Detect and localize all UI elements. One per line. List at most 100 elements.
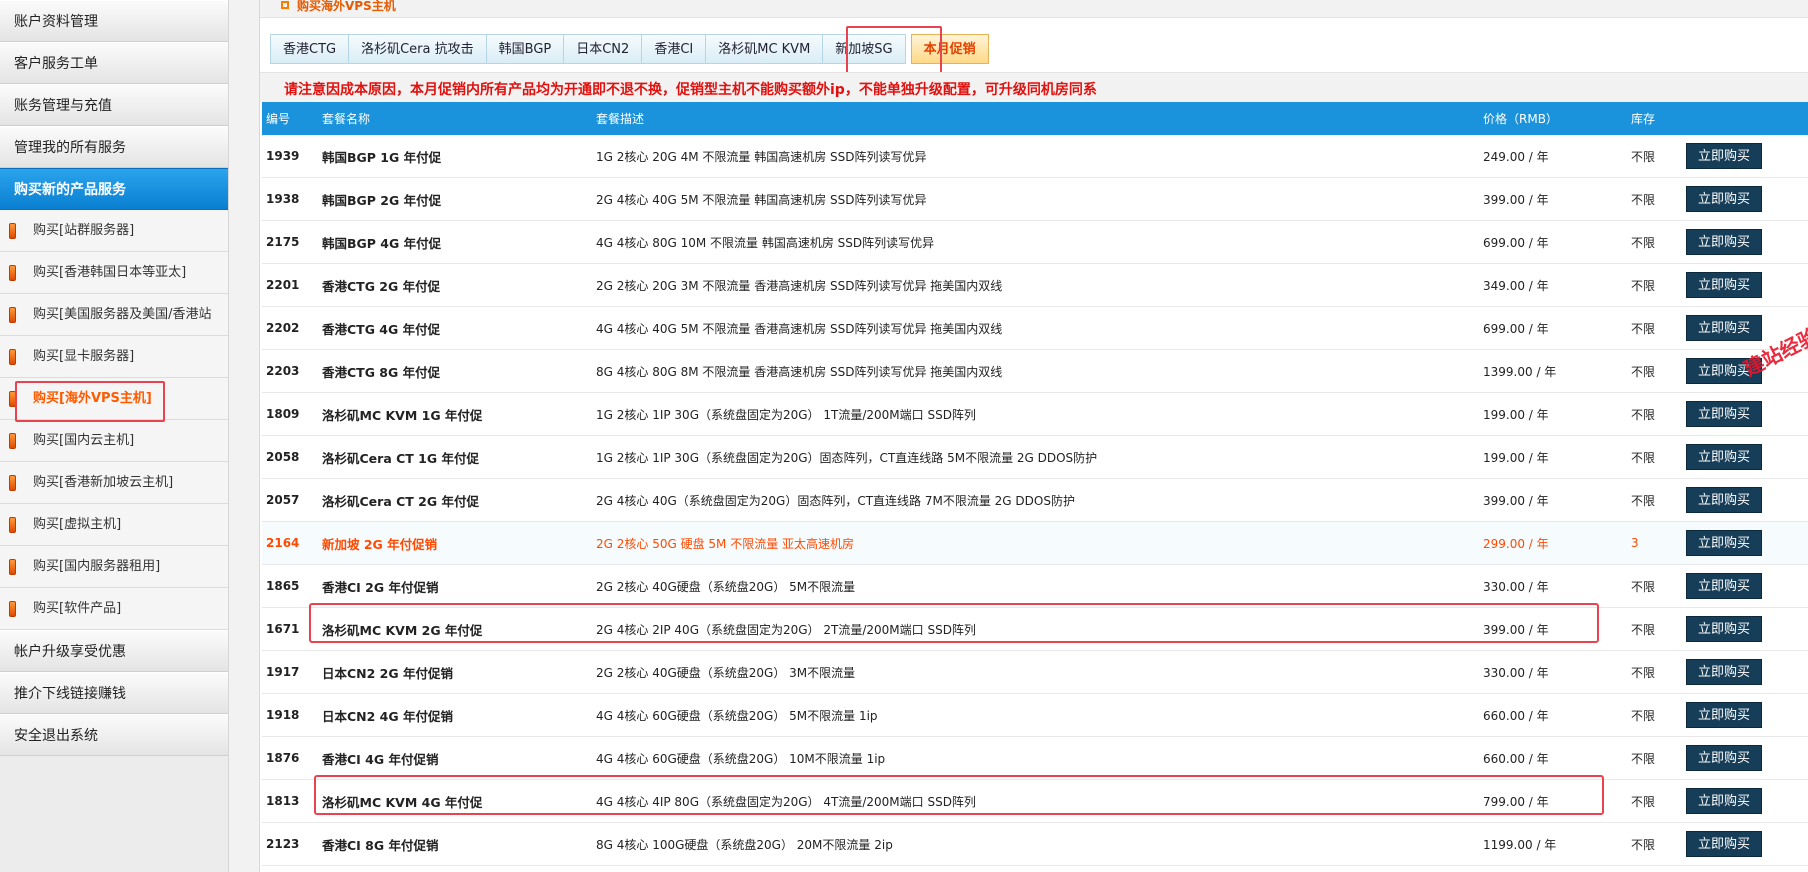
- sidebar-item-label: 客户服务工单: [14, 56, 98, 72]
- row-id: 2123: [266, 837, 300, 851]
- row-name: 日本CN2 2G 年付促销: [322, 665, 453, 681]
- row-buy-cell: 立即购买: [1686, 221, 1763, 263]
- main-panel: 购买海外VPS主机 香港CTG 洛杉矶Cera 抗攻击 韩国BGP 日本CN2 香港CI…: [259, 0, 1808, 872]
- row-id: 2202: [266, 321, 300, 335]
- row-price: 399.00 / 年: [1483, 493, 1549, 508]
- row-stock: 不限: [1631, 450, 1656, 465]
- sidebar-item[interactable]: 账户资料管理: [0, 0, 228, 42]
- row-stock: 不限: [1631, 751, 1656, 766]
- sidebar-subitem[interactable]: 购买[虚拟主机]: [0, 504, 228, 546]
- sidebar: 账户资料管理客户服务工单账务管理与充值 管理我的所有服务 购买新的产品服务 购买[站群…: [0, 0, 229, 872]
- buy-now-button[interactable]: 立即购买: [1686, 401, 1763, 427]
- sidebar-item[interactable]: 帐户升级享受优惠: [0, 630, 228, 672]
- row-id: 1938: [266, 192, 300, 206]
- row-stock: 不限: [1631, 665, 1656, 680]
- row-stock: 不限: [1631, 622, 1656, 637]
- tab-item[interactable]: 香港CI: [641, 34, 707, 64]
- buy-now-button[interactable]: 立即购买: [1686, 143, 1763, 169]
- bullet-icon: [9, 517, 16, 533]
- row-buy-cell: 立即购买: [1686, 436, 1763, 478]
- bullet-icon: [9, 307, 16, 323]
- row-id: 1813: [266, 794, 300, 808]
- tab-item[interactable]: 香港CTG: [270, 34, 350, 64]
- buy-now-button[interactable]: 立即购买: [1686, 616, 1763, 642]
- sidebar-item-label: 购买[国内云主机]: [33, 433, 135, 448]
- buy-now-button[interactable]: 立即购买: [1686, 788, 1763, 814]
- notice-text: 请注意因成本原因，本月促销内所有产品均为开通即不退不换，促销型主机不能购买额外i…: [284, 82, 1097, 98]
- buy-now-button[interactable]: 立即购买: [1686, 487, 1763, 513]
- sidebar-item[interactable]: 安全退出系统: [0, 714, 228, 756]
- bullet-icon: [9, 223, 16, 239]
- bullet-icon: [9, 349, 16, 365]
- row-stock: 不限: [1631, 321, 1656, 336]
- buy-now-button[interactable]: 立即购买: [1686, 315, 1763, 341]
- bullet-icon: [9, 433, 16, 449]
- buy-now-button[interactable]: 立即购买: [1686, 186, 1763, 212]
- buy-now-button[interactable]: 立即购买: [1686, 702, 1763, 728]
- sidebar-item[interactable]: 管理我的所有服务: [0, 126, 228, 168]
- tab-item[interactable]: 洛杉矶MC KVM: [705, 34, 824, 64]
- row-price: 299.00 / 年: [1483, 536, 1549, 551]
- row-price: 199.00 / 年: [1483, 450, 1549, 465]
- buy-now-button[interactable]: 立即购买: [1686, 659, 1763, 685]
- sidebar-item-label: 购买[香港韩国日本等亚太]: [33, 265, 187, 280]
- row-name: 新加坡 2G 年付促销: [322, 536, 438, 552]
- table-row: 1938 韩国BGP 2G 年付促 2G 4核心 40G 5M 不限流量 韩国高速机…: [262, 178, 1808, 221]
- row-buy-cell: 立即购买: [1686, 307, 1763, 349]
- row-price: 399.00 / 年: [1483, 622, 1549, 637]
- row-desc: 1G 2核心 20G 4M 不限流量 韩国高速机房 SSD阵列读写优异: [596, 149, 927, 164]
- buy-now-button[interactable]: 立即购买: [1686, 831, 1763, 857]
- row-price: 349.00 / 年: [1483, 278, 1549, 293]
- sidebar-item[interactable]: 推介下线链接赚钱: [0, 672, 228, 714]
- sidebar-subitem[interactable]: 购买[站群服务器]: [0, 210, 228, 252]
- row-buy-cell: 立即购买: [1686, 178, 1763, 220]
- plans-table: 编号 套餐名称 套餐描述 价格（RMB） 库存 1939 韩国BGP 1G 年付促…: [262, 102, 1808, 866]
- row-stock: 不限: [1631, 493, 1656, 508]
- row-stock: 不限: [1631, 149, 1656, 164]
- row-price: 699.00 / 年: [1483, 321, 1549, 336]
- tab-item[interactable]: 韩国BGP: [485, 34, 565, 64]
- row-buy-cell: 立即购买: [1686, 608, 1763, 650]
- tab-item[interactable]: 日本CN2: [563, 34, 643, 64]
- row-stock: 不限: [1631, 278, 1656, 293]
- sidebar-subitem[interactable]: 购买[软件产品]: [0, 588, 228, 630]
- bullet-icon: [9, 265, 16, 281]
- sidebar-item-label: 购买[香港新加坡云主机]: [33, 475, 174, 490]
- sidebar-item[interactable]: 账务管理与充值: [0, 84, 228, 126]
- row-stock: 不限: [1631, 192, 1656, 207]
- sidebar-subitem[interactable]: 购买[美国服务器及美国/香港站群]: [0, 294, 228, 364]
- tab-item[interactable]: 洛杉矶Cera 抗攻击: [348, 34, 487, 64]
- highlight-box-tab: [846, 26, 942, 78]
- row-stock: 不限: [1631, 794, 1656, 809]
- sidebar-item[interactable]: 购买新的产品服务: [0, 168, 228, 210]
- sidebar-item[interactable]: 客户服务工单: [0, 42, 228, 84]
- buy-now-button[interactable]: 立即购买: [1686, 573, 1763, 599]
- title-bar: 购买海外VPS主机: [260, 0, 1808, 18]
- row-desc: 4G 4核心 60G硬盘（系统盘20G） 5M不限流量 1ip: [596, 708, 878, 723]
- buy-now-button[interactable]: 立即购买: [1686, 745, 1763, 771]
- row-buy-cell: 立即购买: [1686, 393, 1763, 435]
- buy-now-button[interactable]: 立即购买: [1686, 229, 1763, 255]
- notice-bar: 请注意因成本原因，本月促销内所有产品均为开通即不退不换，促销型主机不能购买额外i…: [260, 72, 1808, 102]
- table-row: 1918 日本CN2 4G 年付促销 4G 4核心 60G硬盘（系统盘20G） 5M…: [262, 694, 1808, 737]
- buy-now-button[interactable]: 立即购买: [1686, 530, 1763, 556]
- sidebar-item-label: 购买[国内服务器租用]: [33, 559, 161, 574]
- row-name: 香港CTG 2G 年付促: [322, 278, 441, 294]
- table-row: 2057 洛杉矶Cera CT 2G 年付促 2G 4核心 40G（系统盘固定为20…: [262, 479, 1808, 522]
- table-row: 2202 香港CTG 4G 年付促 4G 4核心 40G 5M 不限流量 香港高速机…: [262, 307, 1808, 350]
- row-price: 399.00 / 年: [1483, 192, 1549, 207]
- header-price: 价格（RMB）: [1483, 112, 1558, 126]
- sidebar-subitem[interactable]: 购买[香港韩国日本等亚太]: [0, 252, 228, 294]
- row-id: 1876: [266, 751, 300, 765]
- row-buy-cell: 立即购买: [1686, 264, 1763, 306]
- buy-now-button[interactable]: 立即购买: [1686, 444, 1763, 470]
- sidebar-subitem[interactable]: 购买[显卡服务器]: [0, 336, 228, 378]
- row-buy-cell: 立即购买: [1686, 651, 1763, 693]
- table-row: 2164 新加坡 2G 年付促销 2G 2核心 50G 硬盘 5M 不限流量 亚太高…: [262, 522, 1808, 565]
- row-price: 1399.00 / 年: [1483, 364, 1557, 379]
- table-row: 2201 香港CTG 2G 年付促 2G 2核心 20G 3M 不限流量 香港高速机…: [262, 264, 1808, 307]
- sidebar-subitem[interactable]: 购买[国内服务器租用]: [0, 546, 228, 588]
- buy-now-button[interactable]: 立即购买: [1686, 272, 1763, 298]
- sidebar-subitem[interactable]: 购买[香港新加坡云主机]: [0, 462, 228, 504]
- sidebar-subitem[interactable]: 购买[国内云主机]: [0, 420, 228, 462]
